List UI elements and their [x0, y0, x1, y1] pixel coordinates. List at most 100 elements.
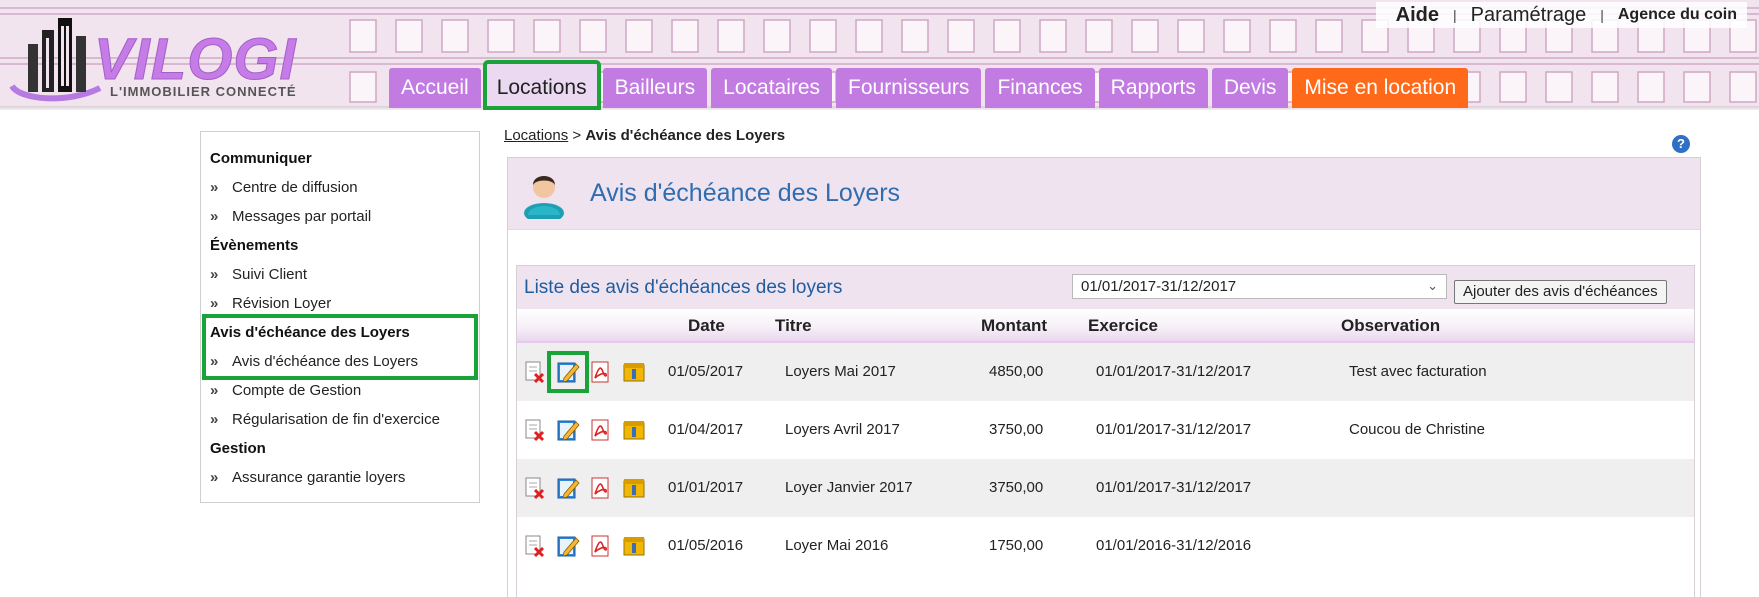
column-header-amount[interactable]: Montant [981, 316, 1047, 336]
chevron-right-icon: » [210, 382, 219, 399]
table-header: Date Titre Montant Exercice Observation [517, 309, 1694, 343]
cell-exercise: 01/01/2017-31/12/2017 [1096, 479, 1252, 496]
sidebar-heading-avis-echeance: Avis d'échéance des Loyers [210, 324, 410, 341]
breadcrumb-current: Avis d'échéance des Loyers [585, 127, 786, 144]
chevron-right-icon: » [210, 469, 219, 486]
help-icon[interactable]: ? [1672, 135, 1690, 153]
table-row: 01/05/2016 Loyer Mai 2016 1750,00 01/01/… [517, 517, 1694, 575]
archive-icon[interactable] [622, 476, 646, 500]
archive-icon[interactable] [622, 418, 646, 442]
table-row: 01/05/2017 Loyers Mai 2017 4850,00 01/01… [517, 343, 1694, 401]
cell-amount: 3750,00 [989, 421, 1044, 438]
table-row: 01/04/2017 Loyers Avril 2017 3750,00 01/… [517, 401, 1694, 459]
main-nav: Accueil Locations Bailleurs Locataires F… [389, 60, 1472, 110]
cell-observation: Test avec facturation [1349, 363, 1487, 380]
tab-devis[interactable]: Devis [1211, 68, 1289, 108]
help-link[interactable]: Aide [1390, 4, 1445, 27]
app-header: VILOGI L'IMMOBILIER CONNECTÉ Aide | Para… [0, 0, 1759, 110]
cell-date: 01/01/2017 [668, 479, 744, 496]
cell-exercise: 01/01/2016-31/12/2016 [1096, 537, 1252, 554]
panel-header: Avis d'échéance des Loyers [508, 158, 1700, 230]
agency-link[interactable]: Agence du coin [1612, 6, 1743, 24]
cell-title[interactable]: Loyers Avril 2017 [785, 421, 900, 438]
delete-doc-icon[interactable] [523, 418, 547, 442]
cell-title[interactable]: Loyer Janvier 2017 [785, 479, 913, 496]
sidebar-item-centre-de-diffusion[interactable]: » Centre de diffusion [210, 173, 470, 202]
sidebar-heading-evenements: Évènements [210, 237, 299, 254]
cell-exercise: 01/01/2017-31/12/2017 [1096, 363, 1252, 380]
cell-observation: Coucou de Christine [1349, 421, 1485, 438]
pdf-icon[interactable] [589, 534, 613, 558]
column-header-exercise[interactable]: Exercice [1088, 316, 1158, 336]
list-title: Liste des avis d'échéances des loyers [524, 277, 843, 298]
sidebar-active-group: Avis d'échéance des Loyers » Avis d'échéa… [202, 314, 478, 380]
chevron-right-icon: » [210, 295, 219, 312]
add-notices-button[interactable]: Ajouter des avis d'échéances [1454, 280, 1667, 304]
tab-bailleurs[interactable]: Bailleurs [602, 68, 708, 108]
main-panel: Avis d'échéance des Loyers Liste des avi… [507, 157, 1701, 597]
archive-icon[interactable] [622, 534, 646, 558]
pdf-icon[interactable] [589, 360, 613, 384]
sidebar-item-suivi-client[interactable]: » Suivi Client [210, 260, 470, 289]
sidebar-item-regularisation[interactable]: » Régularisation de fin d'exercice [210, 405, 470, 434]
sidebar-item-revision-loyer[interactable]: » Révision Loyer [210, 289, 470, 318]
brand-name: VILOGI [94, 27, 297, 92]
edit-icon[interactable] [556, 476, 580, 500]
edit-icon[interactable] [547, 351, 589, 393]
top-links: Aide | Paramétrage | Agence du coin [1375, 2, 1747, 28]
person-icon [524, 175, 564, 219]
cell-title[interactable]: Loyer Mai 2016 [785, 537, 888, 554]
row-actions [523, 351, 655, 393]
cell-exercise: 01/01/2017-31/12/2017 [1096, 421, 1252, 438]
column-header-observation[interactable]: Observation [1341, 316, 1440, 336]
cell-title[interactable]: Loyers Mai 2017 [785, 363, 896, 380]
chevron-right-icon: » [210, 179, 219, 196]
edit-icon[interactable] [556, 418, 580, 442]
settings-link[interactable]: Paramétrage [1465, 4, 1593, 27]
list-toolbar: Liste des avis d'échéances des loyers 01… [517, 266, 1694, 309]
sidebar-item-assurance-garantie[interactable]: » Assurance garantie loyers [210, 463, 470, 492]
chevron-down-icon: ⌄ [1427, 278, 1438, 293]
chevron-right-icon: » [210, 208, 219, 225]
tab-locataires[interactable]: Locataires [711, 68, 833, 108]
tab-locations[interactable]: Locations [482, 60, 601, 110]
brand-tagline: L'IMMOBILIER CONNECTÉ [110, 84, 297, 99]
chevron-right-icon: » [210, 411, 219, 428]
sidebar-item-avis-echeance-loyers[interactable]: » Avis d'échéance des Loyers [210, 347, 470, 376]
cell-date: 01/05/2016 [668, 537, 744, 554]
pdf-icon[interactable] [589, 476, 613, 500]
chevron-right-icon: » [210, 353, 219, 370]
table-row: 01/01/2017 Loyer Janvier 2017 3750,00 01… [517, 459, 1694, 517]
breadcrumb: Locations > Avis d'échéance des Loyers [504, 127, 786, 144]
tab-rapports[interactable]: Rapports [1098, 68, 1208, 108]
row-actions [523, 418, 655, 442]
rent-notices-list: Liste des avis d'échéances des loyers 01… [516, 265, 1695, 597]
delete-doc-icon[interactable] [523, 534, 547, 558]
vilogi-logo[interactable]: VILOGI L'IMMOBILIER CONNECTÉ [8, 8, 338, 108]
row-actions [523, 476, 655, 500]
tab-accueil[interactable]: Accueil [389, 68, 481, 108]
cell-date: 01/04/2017 [668, 421, 744, 438]
pdf-icon[interactable] [589, 418, 613, 442]
period-select[interactable]: 01/01/2017-31/12/2017 ⌄ [1072, 274, 1447, 299]
archive-icon[interactable] [622, 360, 646, 384]
column-header-date[interactable]: Date [688, 316, 725, 336]
tab-fournisseurs[interactable]: Fournisseurs [836, 68, 982, 108]
sidebar-heading-communiquer: Communiquer [210, 150, 312, 167]
delete-doc-icon[interactable] [523, 360, 547, 384]
sidebar-heading-gestion: Gestion [210, 440, 266, 457]
edit-icon[interactable] [556, 534, 580, 558]
sidebar: Communiquer » Centre de diffusion » Messag… [200, 131, 480, 503]
page-title: Avis d'échéance des Loyers [590, 179, 901, 207]
cell-amount: 1750,00 [989, 537, 1044, 554]
column-header-title[interactable]: Titre [775, 316, 812, 336]
chevron-right-icon: » [210, 266, 219, 283]
cell-amount: 3750,00 [989, 479, 1044, 496]
delete-doc-icon[interactable] [523, 476, 547, 500]
tab-mise-en-location[interactable]: Mise en location [1292, 68, 1469, 108]
breadcrumb-locations-link[interactable]: Locations [504, 127, 568, 144]
sidebar-item-messages-par-portail[interactable]: » Messages par portail [210, 202, 470, 231]
sidebar-item-compte-de-gestion[interactable]: » Compte de Gestion [210, 376, 470, 405]
tab-finances[interactable]: Finances [985, 68, 1095, 108]
cell-date: 01/05/2017 [668, 363, 744, 380]
